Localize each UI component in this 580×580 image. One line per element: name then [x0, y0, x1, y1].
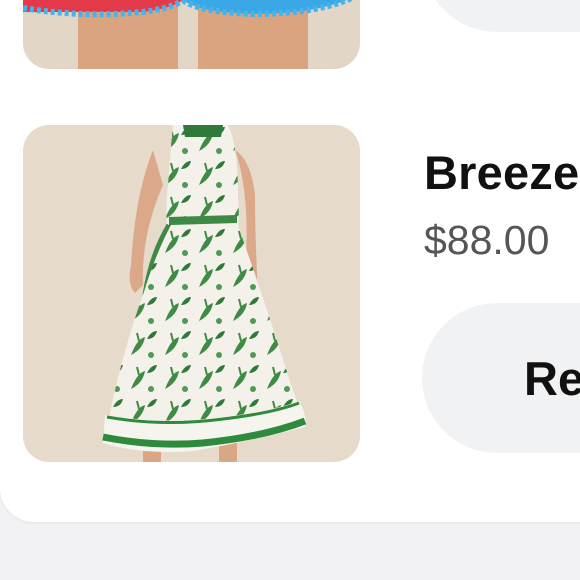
list-item: Re — [0, 0, 580, 72]
product-thumbnail[interactable] — [23, 0, 360, 69]
product-thumbnail[interactable] — [23, 125, 360, 462]
add-button[interactable]: Re — [422, 303, 580, 453]
product-price: $88.00 — [424, 217, 550, 263]
dress-photo — [23, 125, 360, 462]
product-title[interactable]: Breeze — [424, 145, 579, 200]
app-viewport: Re — [0, 0, 580, 580]
product-list-card: Re — [0, 0, 580, 522]
add-button[interactable]: Re — [422, 0, 580, 32]
list-item: Breeze $88.00 Re — [0, 125, 580, 465]
shorts-photo — [23, 0, 360, 69]
